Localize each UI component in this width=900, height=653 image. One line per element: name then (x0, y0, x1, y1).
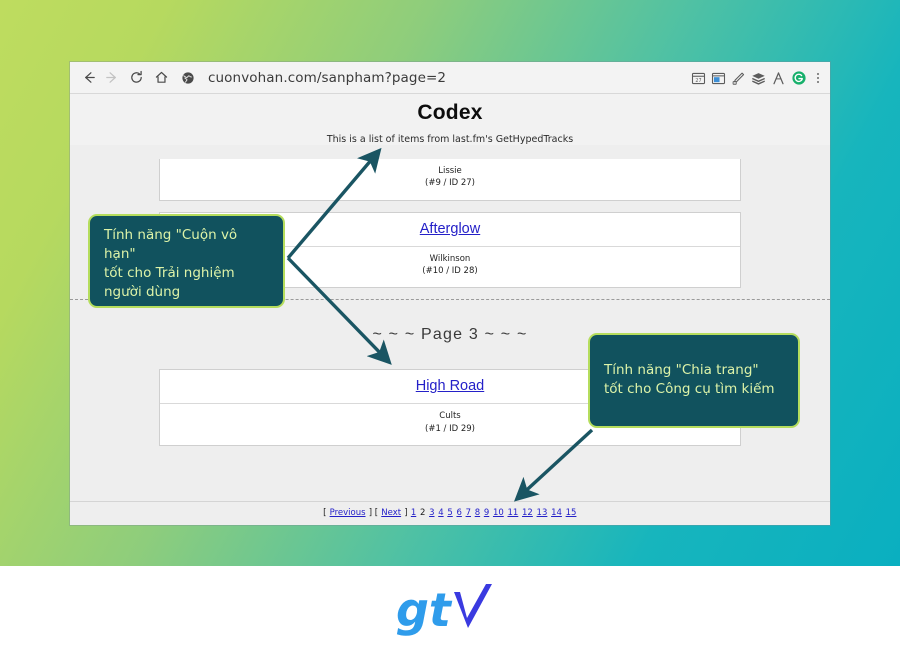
pagination-page-8[interactable]: 8 (475, 508, 480, 518)
pagination-page-13[interactable]: 13 (537, 508, 548, 518)
calendar-extension-icon[interactable]: 27 (690, 70, 707, 87)
browser-toolbar: cuonvohan.com/sanpham?page=2 27 (70, 62, 830, 94)
list-item-id: (#9 / ID 27) (425, 178, 475, 189)
pagination-page-15[interactable]: 15 (566, 508, 577, 518)
pagination-page-2: 2 (419, 508, 426, 518)
pen-extension-icon[interactable] (730, 70, 747, 87)
footer-logo-area: gt (0, 566, 900, 653)
pagination-page-12[interactable]: 12 (522, 508, 533, 518)
callout-line-2: tốt cho Công cụ tìm kiếm (604, 381, 775, 397)
callout-line-1: Tính năng "Chia trang" (604, 361, 759, 378)
forward-arrow-icon (100, 67, 122, 89)
gtv-logo-v-mark (454, 583, 492, 628)
callout-infinite-scroll: Tính năng "Cuộn vô hạn" tốt cho Trải ngh… (88, 214, 285, 308)
callout-pagination: Tính năng "Chia trang" tốt cho Công cụ t… (588, 333, 800, 428)
window-extension-icon[interactable] (710, 70, 727, 87)
list-item-meta: Lissie (#9 / ID 27) (160, 159, 740, 200)
home-icon[interactable] (150, 67, 172, 89)
stack-extension-icon[interactable] (750, 70, 767, 87)
list-item-artist: Lissie (438, 166, 462, 176)
back-arrow-icon[interactable] (78, 67, 100, 89)
three-dots-menu-icon[interactable] (812, 70, 824, 87)
reload-icon[interactable] (125, 67, 147, 89)
list-item: Lissie (#9 / ID 27) (159, 159, 741, 201)
pagination-page-1[interactable]: 1 (411, 508, 416, 518)
pagination-previous[interactable]: Previous (330, 508, 366, 518)
compass-extension-icon[interactable] (770, 70, 787, 87)
pagination-page-7[interactable]: 7 (466, 508, 471, 518)
globe-icon[interactable] (177, 67, 199, 89)
bracket-open: [ (323, 508, 327, 518)
gtv-logo: gt (396, 583, 492, 637)
pagination-page-9[interactable]: 9 (484, 508, 489, 518)
callout-line-3: người dùng (104, 284, 181, 301)
list-item-artist: Cults (439, 411, 461, 422)
page-header: Codex This is a list of items from last.… (70, 94, 830, 145)
bracket-close: ] (368, 508, 373, 518)
pagination-page-11[interactable]: 11 (507, 508, 518, 518)
list-item-link[interactable]: Afterglow (420, 221, 480, 237)
browser-extensions-area: 27 (690, 62, 824, 94)
pagination-page-4[interactable]: 4 (438, 508, 443, 518)
bracket-open-2: [ (374, 508, 379, 518)
list-item-id: (#10 / ID 28) (422, 265, 478, 276)
callout-line-2: tốt cho Trải nghiệm (104, 265, 235, 282)
bracket-close-2: ] (404, 508, 408, 518)
pagination-page-14[interactable]: 14 (551, 508, 562, 518)
url-text[interactable]: cuonvohan.com/sanpham?page=2 (208, 70, 446, 86)
page-title: Codex (417, 101, 483, 124)
gtv-logo-text: gt (396, 583, 453, 637)
profile-extension-icon[interactable] (790, 70, 807, 87)
list-item-id: (#1 / ID 29) (425, 423, 475, 434)
pagination-page-5[interactable]: 5 (447, 508, 452, 518)
pagination-page-6[interactable]: 6 (456, 508, 461, 518)
pagination-page-3[interactable]: 3 (429, 508, 434, 518)
page-subtitle: This is a list of items from last.fm's G… (326, 134, 574, 145)
pagination-page-numbers: 1 2 3 4 5 6 7 8 9 10 11 12 13 14 15 (410, 508, 577, 518)
pagination-next[interactable]: Next (381, 508, 401, 518)
page-viewport: Codex This is a list of items from last.… (70, 94, 830, 525)
list-item-artist: Wilkinson (429, 253, 471, 264)
svg-text:27: 27 (695, 77, 701, 83)
pagination: [ Previous ] [ Next ] 1 2 3 4 5 6 7 8 9 … (70, 501, 830, 525)
pagination-page-10[interactable]: 10 (493, 508, 504, 518)
list-item-link[interactable]: High Road (416, 378, 485, 394)
callout-line-1: Tính năng "Cuộn vô hạn" (104, 227, 238, 263)
screenshot-stage: cuonvohan.com/sanpham?page=2 27 Codex Th… (0, 0, 900, 653)
